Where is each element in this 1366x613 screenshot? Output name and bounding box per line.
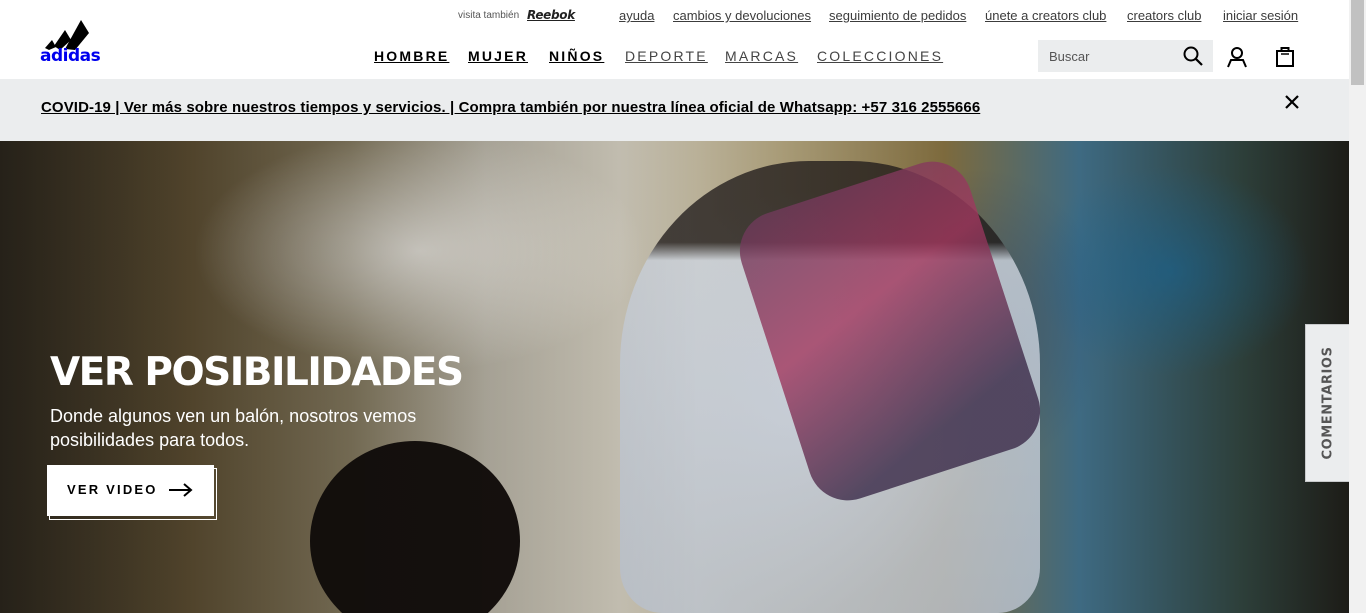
search-icon (1183, 46, 1203, 66)
util-link-seguimiento[interactable]: seguimiento de pedidos (829, 8, 966, 24)
hero-subtitle: Donde algunos ven un balón, nosotros vem… (50, 406, 417, 450)
adidas-logo[interactable]: adidas (40, 16, 110, 66)
ver-video-button[interactable]: VER VIDEO (47, 465, 214, 516)
hero-title: VER POSIBILIDADES (50, 350, 464, 395)
nav-item-ninos[interactable]: NIÑOS (549, 48, 604, 64)
page-scrollbar[interactable] (1349, 0, 1366, 613)
search-input[interactable] (1038, 40, 1178, 72)
banner-close-button[interactable] (1282, 92, 1302, 112)
search-button[interactable] (1182, 45, 1204, 67)
ver-video-label: VER VIDEO (67, 482, 158, 497)
feedback-tab[interactable]: COMENTARIOS (1305, 324, 1349, 482)
util-link-unete-creators[interactable]: únete a creators club (985, 8, 1106, 24)
scrollbar-thumb[interactable] (1351, 0, 1364, 85)
nav-item-hombre[interactable]: HOMBRE (374, 48, 449, 64)
nav-item-mujer[interactable]: MUJER (468, 48, 528, 64)
util-link-ayuda[interactable]: ayuda (619, 8, 654, 24)
feedback-tab-label: COMENTARIOS (1320, 346, 1335, 460)
util-link-creators-club[interactable]: creators club (1127, 8, 1201, 24)
arrow-right-icon (169, 483, 193, 497)
cart-button[interactable] (1274, 45, 1296, 67)
visita-tambien-label: visita también (458, 10, 520, 21)
covid-banner-link[interactable]: COVID-19 | Ver más sobre nuestros tiempo… (41, 99, 980, 116)
account-button[interactable] (1226, 46, 1248, 68)
user-icon (1227, 47, 1247, 68)
adidas-performance-logo-icon (45, 20, 89, 50)
logo-wordmark: adidas (40, 46, 101, 66)
nav-item-marcas[interactable]: MARCAS (725, 48, 798, 64)
util-link-iniciar-sesion[interactable]: iniciar sesión (1223, 8, 1298, 24)
hero-section: VER POSIBILIDADES Donde algunos ven un b… (0, 141, 1349, 613)
covid-banner: COVID-19 | Ver más sobre nuestros tiempo… (0, 79, 1349, 141)
close-icon (1285, 95, 1299, 109)
reebok-link[interactable]: Reebok (527, 8, 575, 22)
shopping-bag-icon (1276, 47, 1294, 67)
util-link-cambios[interactable]: cambios y devoluciones (673, 8, 811, 24)
site-header: adidas visita también Reebok ayuda cambi… (0, 0, 1349, 79)
nav-item-colecciones[interactable]: COLECCIONES (817, 48, 943, 64)
nav-item-deporte[interactable]: DEPORTE (625, 48, 708, 64)
